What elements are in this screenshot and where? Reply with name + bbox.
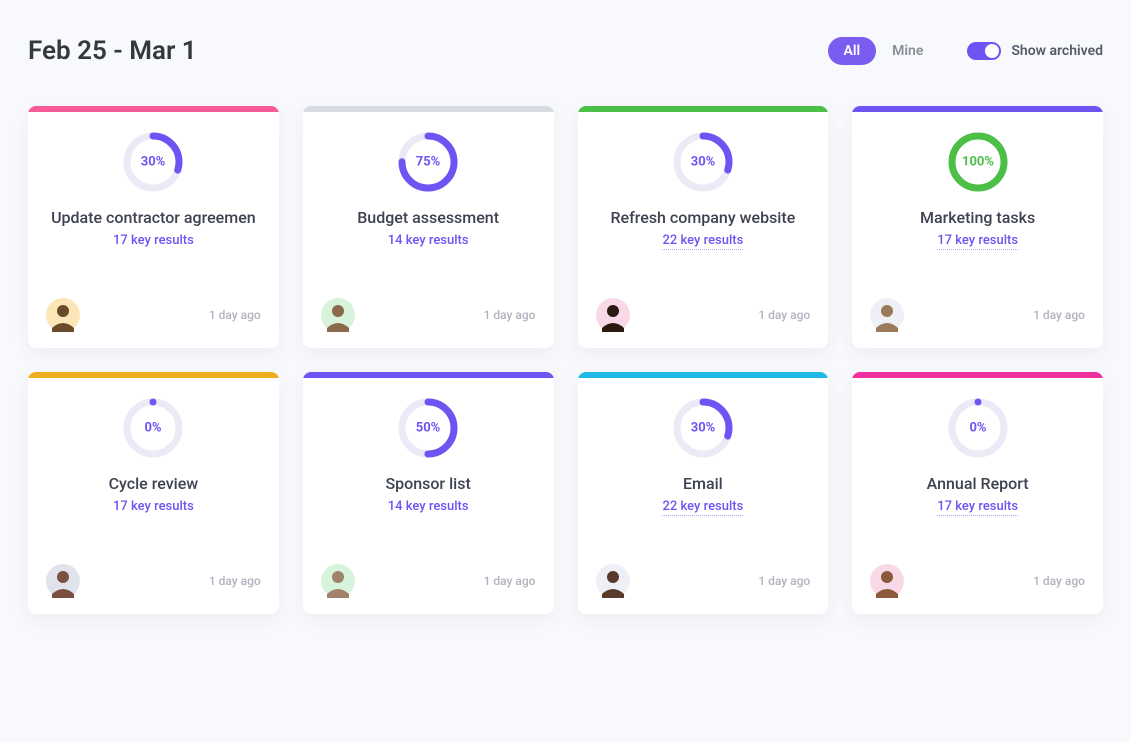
objective-card[interactable]: 30% Refresh company website 22 key resul… [578, 106, 829, 348]
svg-text:100%: 100% [962, 155, 994, 170]
card-accent-stripe [578, 106, 829, 112]
svg-text:0%: 0% [145, 421, 162, 436]
progress-ring-icon: 75% [396, 130, 460, 194]
avatar-icon [870, 564, 904, 598]
key-results-link[interactable]: 17 key results [937, 499, 1018, 516]
card-title: Sponsor list [315, 474, 541, 493]
card-footer: 1 day ago [578, 284, 829, 348]
card-grid: 30% Update contractor agreemen 17 key re… [28, 106, 1103, 614]
owner-avatar[interactable] [596, 564, 630, 598]
owner-avatar[interactable] [46, 564, 80, 598]
svg-text:30%: 30% [141, 155, 166, 170]
svg-text:30%: 30% [691, 155, 716, 170]
avatar-icon [596, 298, 630, 332]
card-title: Budget assessment [315, 208, 541, 227]
card-accent-stripe [28, 106, 279, 112]
owner-avatar[interactable] [321, 564, 355, 598]
progress-ring-icon: 0% [946, 396, 1010, 460]
card-timestamp: 1 day ago [1033, 308, 1085, 322]
card-title: Cycle review [41, 474, 267, 493]
objective-card[interactable]: 100% Marketing tasks 17 key results 1 da… [852, 106, 1103, 348]
progress-ring-icon: 30% [671, 130, 735, 194]
card-footer: 1 day ago [28, 550, 279, 614]
filter-mine-button[interactable]: Mine [876, 37, 939, 65]
owner-avatar[interactable] [870, 564, 904, 598]
key-results-link[interactable]: 22 key results [662, 233, 743, 250]
card-timestamp: 1 day ago [209, 308, 261, 322]
card-accent-stripe [578, 372, 829, 378]
show-archived-toggle[interactable]: Show archived [967, 42, 1103, 60]
date-range: Feb 25 - Mar 1 [28, 36, 197, 66]
card-footer: 1 day ago [303, 284, 554, 348]
key-results-link[interactable]: 17 key results [113, 233, 194, 248]
avatar-icon [46, 298, 80, 332]
card-title: Annual Report [865, 474, 1091, 493]
progress-ring-icon: 0% [121, 396, 185, 460]
card-accent-stripe [28, 372, 279, 378]
owner-avatar[interactable] [321, 298, 355, 332]
avatar-icon [870, 298, 904, 332]
filter-pills: All Mine [828, 37, 940, 65]
card-accent-stripe [303, 372, 554, 378]
card-accent-stripe [852, 372, 1103, 378]
avatar-icon [46, 564, 80, 598]
svg-text:75%: 75% [416, 155, 441, 170]
svg-text:0%: 0% [969, 421, 986, 436]
toggle-switch-icon [967, 42, 1001, 60]
card-title: Update contractor agreemen [41, 208, 267, 227]
owner-avatar[interactable] [870, 298, 904, 332]
owner-avatar[interactable] [596, 298, 630, 332]
svg-text:30%: 30% [691, 421, 716, 436]
card-timestamp: 1 day ago [484, 574, 536, 588]
card-timestamp: 1 day ago [209, 574, 261, 588]
card-footer: 1 day ago [28, 284, 279, 348]
objective-card[interactable]: 30% Email 22 key results 1 day ago [578, 372, 829, 614]
objective-card[interactable]: 50% Sponsor list 14 key results 1 day ag… [303, 372, 554, 614]
card-accent-stripe [852, 106, 1103, 112]
key-results-link[interactable]: 14 key results [388, 233, 469, 248]
card-title: Marketing tasks [865, 208, 1091, 227]
card-timestamp: 1 day ago [484, 308, 536, 322]
objective-card[interactable]: 75% Budget assessment 14 key results 1 d… [303, 106, 554, 348]
avatar-icon [321, 564, 355, 598]
card-footer: 1 day ago [303, 550, 554, 614]
header: Feb 25 - Mar 1 All Mine Show archived [28, 36, 1103, 66]
progress-ring-icon: 30% [121, 130, 185, 194]
objective-card[interactable]: 30% Update contractor agreemen 17 key re… [28, 106, 279, 348]
toggle-label: Show archived [1011, 43, 1103, 59]
avatar-icon [596, 564, 630, 598]
card-timestamp: 1 day ago [1033, 574, 1085, 588]
filter-all-button[interactable]: All [828, 37, 877, 65]
objective-card[interactable]: 0% Annual Report 17 key results 1 day ag… [852, 372, 1103, 614]
card-footer: 1 day ago [578, 550, 829, 614]
card-timestamp: 1 day ago [758, 574, 810, 588]
card-title: Email [590, 474, 816, 493]
card-accent-stripe [303, 106, 554, 112]
avatar-icon [321, 298, 355, 332]
card-timestamp: 1 day ago [758, 308, 810, 322]
progress-ring-icon: 50% [396, 396, 460, 460]
key-results-link[interactable]: 22 key results [662, 499, 743, 516]
card-title: Refresh company website [590, 208, 816, 227]
key-results-link[interactable]: 14 key results [388, 499, 469, 514]
progress-ring-icon: 100% [946, 130, 1010, 194]
header-controls: All Mine Show archived [828, 37, 1104, 65]
card-footer: 1 day ago [852, 550, 1103, 614]
key-results-link[interactable]: 17 key results [937, 233, 1018, 250]
objective-card[interactable]: 0% Cycle review 17 key results 1 day ago [28, 372, 279, 614]
key-results-link[interactable]: 17 key results [113, 499, 194, 514]
owner-avatar[interactable] [46, 298, 80, 332]
svg-text:50%: 50% [416, 421, 441, 436]
card-footer: 1 day ago [852, 284, 1103, 348]
progress-ring-icon: 30% [671, 396, 735, 460]
